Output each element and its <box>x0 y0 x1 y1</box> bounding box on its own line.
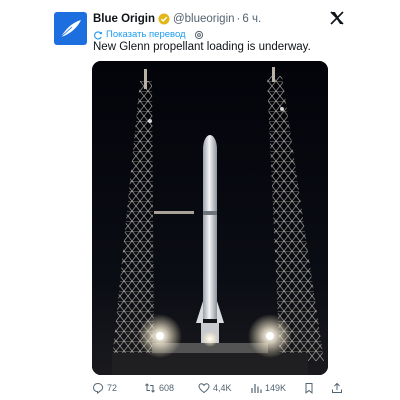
tweet-card: Blue Origin @blueorigin · 6 ч. Показать … <box>0 0 400 400</box>
views-icon <box>251 384 262 393</box>
avatar[interactable] <box>54 12 87 45</box>
timestamp[interactable]: 6 ч. <box>242 13 261 25</box>
like-count: 4,4K <box>213 383 232 393</box>
feather-logo-icon <box>60 20 81 38</box>
author-handle[interactable]: @blueorigin <box>173 13 235 25</box>
tweet-header: Blue Origin @blueorigin · 6 ч. <box>93 11 360 27</box>
bookmark-button[interactable] <box>303 381 318 395</box>
tweet-actions: 72 608 4,4K 149K <box>92 380 348 396</box>
reply-icon <box>92 382 104 394</box>
like-button[interactable]: 4,4K <box>198 381 232 395</box>
bookmark-icon <box>305 383 313 394</box>
repost-icon <box>145 383 155 393</box>
settings-icon[interactable] <box>194 30 204 40</box>
views-count: 149K <box>265 383 287 393</box>
tweet-text: New Glenn propellant loading is underway… <box>93 41 311 53</box>
author-name[interactable]: Blue Origin <box>93 13 155 25</box>
share-icon <box>332 382 342 393</box>
rocket-launch-photo <box>92 61 328 375</box>
show-translation-link[interactable]: Показать перевод <box>106 29 186 40</box>
like-icon <box>198 383 210 394</box>
separator-dot: · <box>236 13 241 25</box>
repost-button[interactable]: 608 <box>144 381 174 395</box>
translate-row: Показать перевод <box>93 28 204 41</box>
reply-count: 72 <box>107 383 118 393</box>
tweet-media[interactable] <box>92 61 328 375</box>
verified-badge-icon <box>158 13 170 25</box>
x-logo-icon[interactable] <box>330 11 344 25</box>
translate-icon <box>94 30 103 39</box>
repost-count: 608 <box>159 383 175 393</box>
share-button[interactable] <box>331 381 346 395</box>
reply-button[interactable]: 72 <box>92 381 117 395</box>
views-button[interactable]: 149K <box>250 381 286 395</box>
